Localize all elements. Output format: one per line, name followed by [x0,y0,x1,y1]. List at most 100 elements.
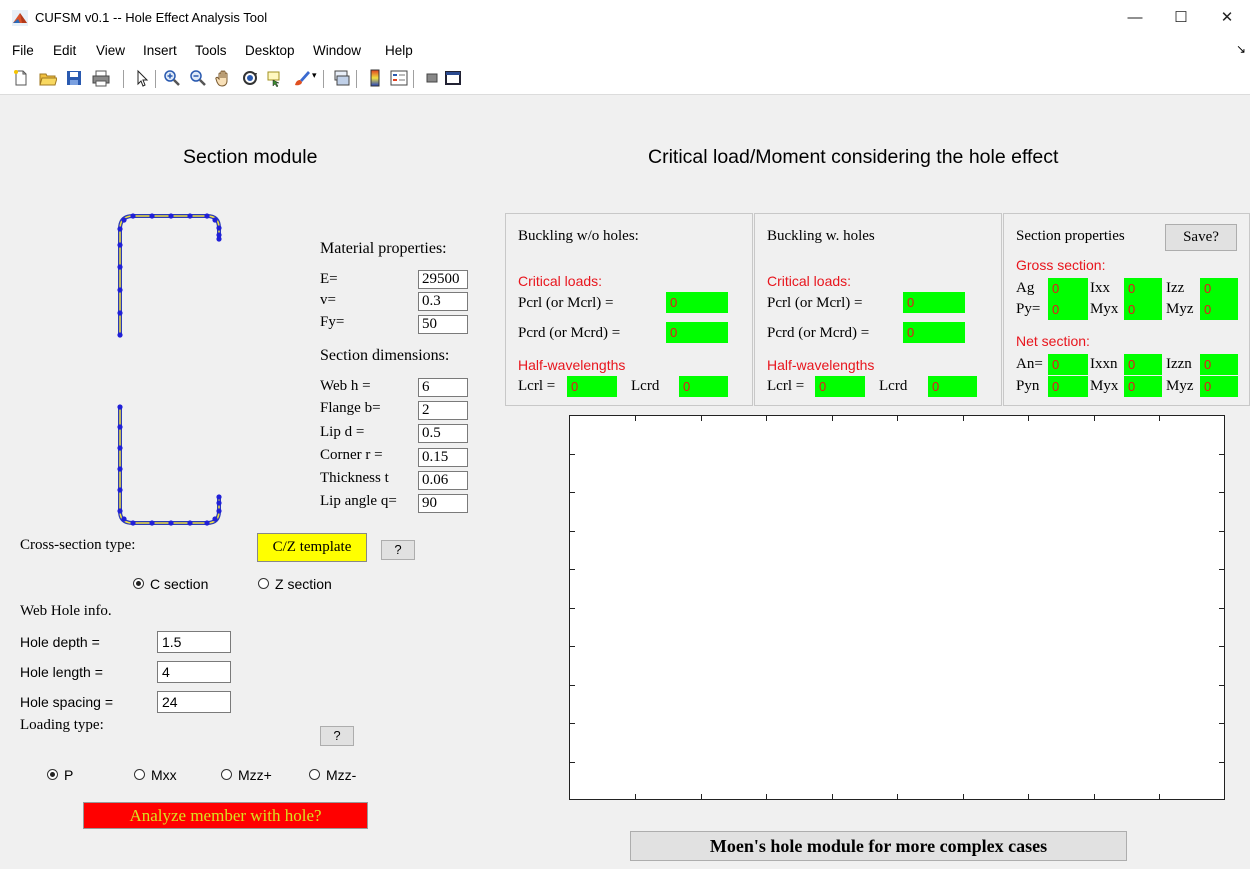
hole-spacing-input[interactable]: 24 [157,691,231,713]
v-input[interactable]: 0.3 [418,292,468,311]
zoom-out-icon[interactable] [189,69,207,87]
bottom-section-shape [117,404,222,526]
hole-depth-input[interactable]: 1.5 [157,631,231,653]
open-folder-icon[interactable] [39,69,57,87]
loading-help-button[interactable]: ? [320,726,354,746]
axis-tick [570,569,575,570]
minimize-button[interactable]: — [1112,4,1158,32]
close-button[interactable]: ✕ [1204,4,1250,32]
link-plot-icon[interactable] [333,69,351,87]
cz-template-button[interactable]: C/Z template [257,533,367,562]
without-lcrl-value: 0 [567,376,617,397]
axis-tick [1219,762,1224,763]
toolbar-separator [413,70,414,88]
save-button[interactable]: Save? [1165,224,1237,251]
menu-overflow-icon[interactable]: ↘ [1236,42,1246,56]
with-pcrd-value: 0 [903,322,965,343]
with-half-wavelengths-label: Half-wavelengths [767,357,875,373]
izz-label: Izz [1166,280,1185,296]
c-section-label: C section [150,576,209,592]
py-value: 0 [1048,299,1088,320]
critical-load-heading: Critical load/Moment considering the hol… [648,146,1059,168]
pointer-icon[interactable] [133,69,151,87]
menu-file[interactable]: File [12,43,34,58]
zoom-in-icon[interactable] [163,69,181,87]
load-p-radio[interactable] [47,769,58,780]
fy-input[interactable]: 50 [418,315,468,334]
c-section-radio[interactable] [133,578,144,589]
hide-plot-tools-icon[interactable] [423,69,441,87]
thickness-input[interactable]: 0.06 [418,471,468,490]
izz-value: 0 [1200,278,1238,299]
flange-b-input[interactable]: 2 [418,401,468,420]
web-h-label: Web h = [320,378,371,394]
flange-b-label: Flange b= [320,400,381,416]
ixxn-label: Ixxn [1090,356,1118,372]
menu-window[interactable]: Window [313,43,361,58]
data-cursor-icon[interactable] [267,69,285,87]
with-pcrd-label: Pcrd (or Mcrd) = [767,325,870,341]
menu-tools[interactable]: Tools [195,43,227,58]
axis-tick [570,762,575,763]
section-help-button[interactable]: ? [381,540,415,560]
with-lcrl-label: Lcrl = [767,378,805,394]
save-icon[interactable] [65,69,83,87]
without-title: Buckling w/o holes: [518,228,639,244]
cross-section-plot [117,213,222,526]
axis-tick [1219,454,1224,455]
ag-value: 0 [1048,278,1088,299]
menu-bar [0,37,1250,64]
lip-d-label: Lip d = [320,424,365,440]
net-section-label: Net section: [1016,333,1090,349]
load-mzz-minus-radio[interactable] [309,769,320,780]
without-lcrd-label: Lcrd [631,378,660,394]
menu-help[interactable]: Help [385,43,413,58]
lip-angle-input[interactable]: 90 [418,494,468,513]
print-icon[interactable] [92,69,110,87]
menu-desktop[interactable]: Desktop [245,43,295,58]
with-lcrd-value: 0 [928,376,977,397]
corner-r-label: Corner r = [320,447,383,463]
with-critical-loads-label: Critical loads: [767,273,852,289]
pan-hand-icon[interactable] [215,69,233,87]
toolbar [0,64,1250,95]
analyze-member-button[interactable]: Analyze member with hole? [83,802,368,829]
top-section-shape [117,213,222,338]
web-h-input[interactable]: 6 [418,378,468,397]
menu-edit[interactable]: Edit [53,43,76,58]
myzn-label: Myz [1166,378,1194,394]
corner-r-input[interactable]: 0.15 [418,448,468,467]
axis-tick [897,416,898,421]
load-mzz-plus-radio[interactable] [221,769,232,780]
ag-label: Ag [1016,280,1035,296]
new-file-icon[interactable] [12,69,30,87]
rotate-3d-icon[interactable] [241,69,259,87]
with-pcrl-label: Pcrl (or Mcrl) = [767,295,863,311]
axis-tick [570,685,575,686]
e-label: E= [320,271,338,287]
maximize-button[interactable]: ☐ [1158,4,1204,32]
without-lcrl-label: Lcrl = [518,378,556,394]
legend-icon[interactable] [390,69,408,87]
menu-insert[interactable]: Insert [143,43,177,58]
colorbar-icon[interactable] [366,69,384,87]
show-plot-tools-icon[interactable] [444,69,462,87]
without-pcrl-value: 0 [666,292,728,313]
e-input[interactable]: 29500 [418,270,468,289]
hole-depth-label: Hole depth = [20,634,100,650]
brush-icon[interactable] [293,69,311,87]
plot-axes[interactable] [569,415,1225,800]
without-half-wavelengths-label: Half-wavelengths [518,357,626,373]
hole-length-input[interactable]: 4 [157,661,231,683]
z-section-radio[interactable] [258,578,269,589]
load-mzz-plus-label: Mzz+ [238,767,272,783]
axis-tick [635,416,636,421]
dropdown-arrow-icon[interactable]: ▾ [312,70,317,81]
moen-hole-module-button[interactable]: Moen's hole module for more complex case… [630,831,1127,861]
menu-view[interactable]: View [96,43,125,58]
myx-label: Myx [1090,301,1119,317]
load-mxx-radio[interactable] [134,769,145,780]
axis-tick [766,416,767,421]
matlab-app-icon [12,10,28,26]
lip-d-input[interactable]: 0.5 [418,424,468,443]
